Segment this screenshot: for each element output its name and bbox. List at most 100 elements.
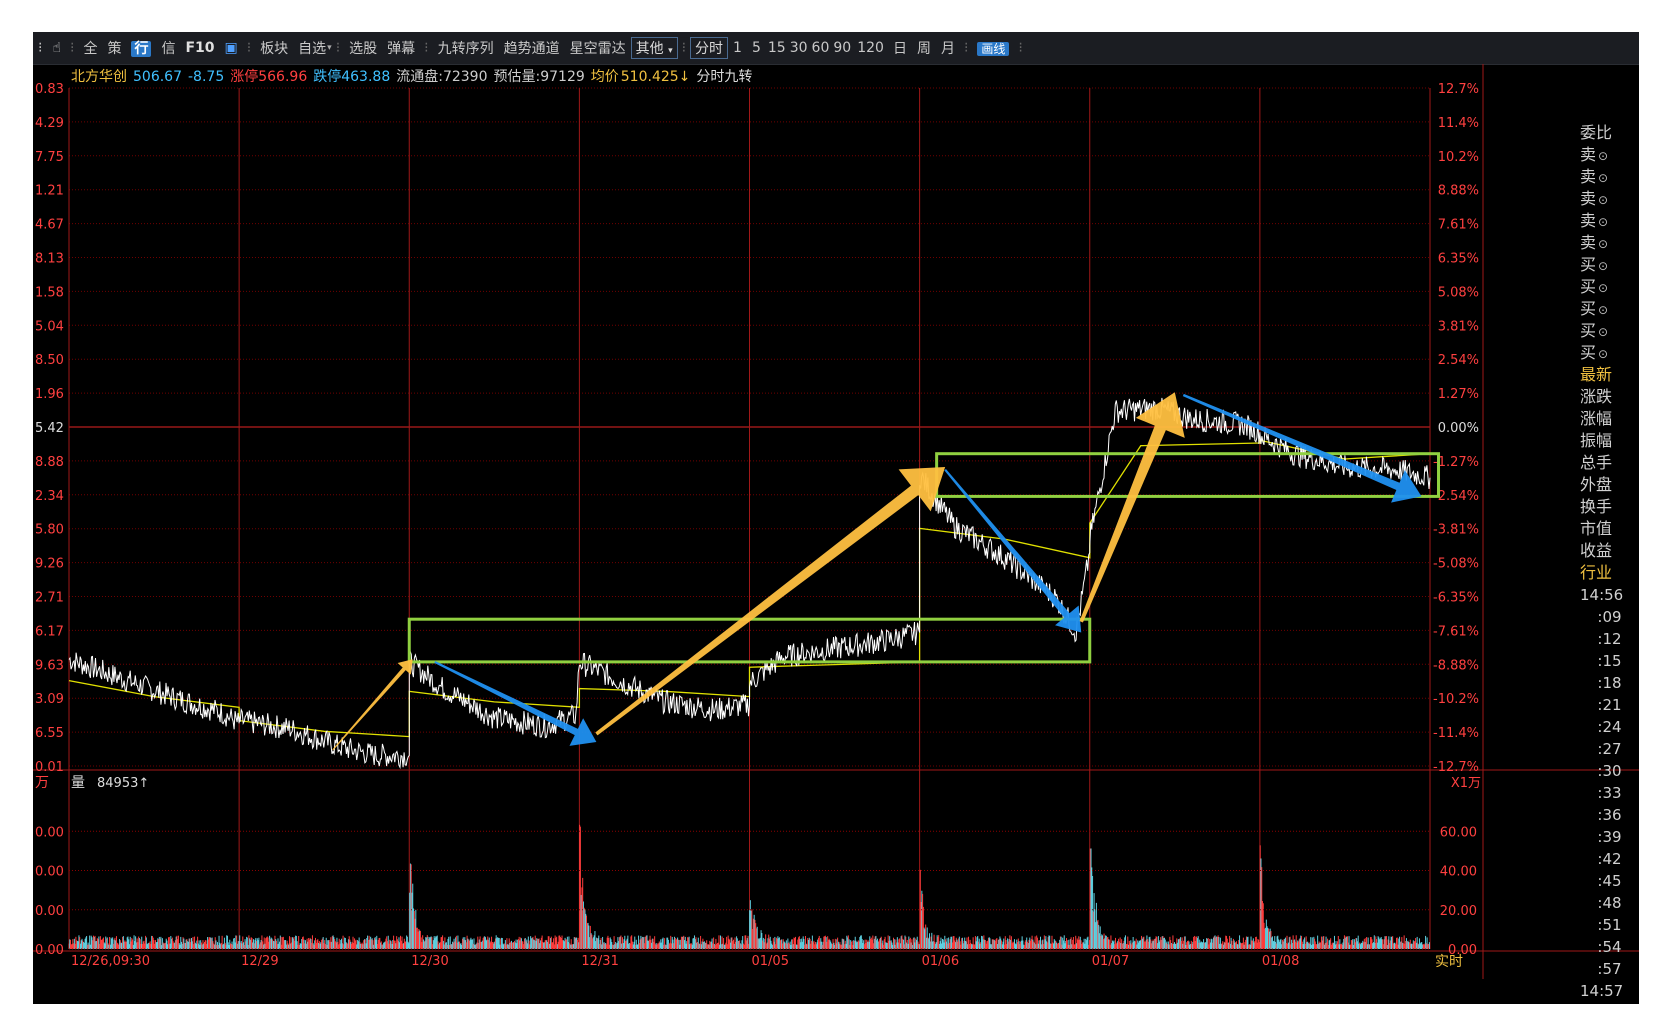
y-left-tick: 7.75 [35, 150, 64, 165]
toolbar-danmu[interactable]: 弹幕 [382, 38, 420, 58]
toolbar-quote[interactable]: 行 [131, 41, 152, 57]
tick-time: :39 [1597, 828, 1622, 846]
tick-time: :45 [1597, 872, 1622, 890]
tick-time: :30 [1597, 762, 1622, 780]
stock-name[interactable]: 北方华创 [71, 69, 127, 85]
stat-label: 行业 [1580, 563, 1613, 582]
toolbar-f10[interactable]: F10 [180, 40, 219, 56]
stat-label: 涨跌 [1580, 387, 1613, 406]
menu-handle-icon[interactable]: ⁝ [33, 40, 47, 56]
volume-tick-left: 0.00 [35, 865, 64, 880]
toolbar-other-select[interactable]: 其他 ▾ [630, 37, 678, 59]
tick-time: :33 [1597, 784, 1622, 802]
toolbar-nine-turn[interactable]: 九转序列 [433, 38, 499, 58]
x-axis-label: 12/31 [581, 954, 618, 969]
x-axis-label: 01/05 [752, 954, 789, 969]
float-label: 流通盘 [396, 69, 439, 85]
y-left-tick: 9.63 [35, 658, 64, 673]
buy-level-label: 买 ⊙ [1580, 277, 1609, 296]
tick-time: :24 [1597, 718, 1622, 736]
avg-value: 510.425↓ [620, 69, 691, 85]
stat-label: 外盘 [1580, 475, 1613, 494]
limit-down-label: 跌停 [313, 69, 342, 85]
order-level-icon: ⊙ [1598, 237, 1609, 251]
x-axis-label: 12/26,09:30 [71, 954, 150, 969]
y-right-tick: -7.61% [1433, 624, 1479, 639]
period-month[interactable]: 月 [936, 38, 960, 58]
realtime-label: 实时 [1435, 954, 1463, 970]
y-left-tick: 9.26 [35, 557, 64, 572]
toolbar-trend-channel[interactable]: 趋势通道 [499, 38, 565, 58]
period-60[interactable]: 60 [810, 40, 832, 56]
period-15[interactable]: 15 [766, 40, 788, 56]
indicator-name[interactable]: 分时九转 [696, 69, 752, 85]
period-1[interactable]: 1 [728, 40, 747, 56]
x-axis-label: 12/30 [411, 954, 448, 969]
period-week[interactable]: 周 [912, 38, 936, 58]
tick-time: :42 [1597, 850, 1622, 868]
y-right-tick: -6.35% [1433, 591, 1479, 606]
stat-label: 最新 [1580, 365, 1613, 384]
y-right-tick: -12.7% [1433, 760, 1479, 775]
volume-tick-left: 0.00 [35, 904, 64, 919]
windows-icon[interactable]: ▣ [219, 40, 242, 56]
sell-level-label: 卖 ⊙ [1580, 145, 1609, 164]
y-left-tick: 5.42 [35, 421, 64, 436]
float-value: 72390 [442, 69, 488, 85]
y-right-tick: -3.81% [1433, 523, 1479, 538]
period-30[interactable]: 30 [788, 40, 810, 56]
x-axis-labels: 12/26,09:30 12/29 12/30 12/31 01/05 01/06 01/0… [71, 954, 1463, 970]
buy-level-label: 买 ⊙ [1580, 321, 1609, 340]
order-level-icon: ⊙ [1598, 171, 1609, 185]
toolbar-watchlist[interactable]: 自选 [293, 38, 331, 58]
period-5[interactable]: 5 [747, 40, 766, 56]
toolbar-star-radar[interactable]: 星空雷达 [565, 38, 631, 58]
limit-down-value: 463.88 [341, 69, 391, 85]
right-panel: 委比卖 ⊙ 卖 ⊙ 卖 ⊙ 卖 ⊙ 卖 ⊙ 买 ⊙ 买 ⊙ 买 ⊙ 买 ⊙ 买 ⊙ 最新 涨跌 涨幅 振幅 总手 外盘 换手 市值 收益… [1580, 122, 1639, 1004]
chart-grid [33, 64, 1639, 979]
avg-label: 均价 [590, 69, 619, 85]
tick-time: :21 [1597, 696, 1622, 714]
y-right-tick: -11.4% [1433, 726, 1479, 741]
y-left-tick: 8.13 [35, 252, 64, 267]
down-arrow [1182, 393, 1422, 503]
y-right-tick: 8.88% [1438, 184, 1479, 199]
y-axis-right: 12.7% 11.4% 10.2% 8.88% 7.61% 6.35% 5.08% 3.81%… [1433, 82, 1479, 775]
y-right-tick: 2.54% [1438, 353, 1479, 368]
toolbar-all[interactable]: 全 [78, 38, 102, 58]
period-120[interactable]: 120 [853, 40, 888, 56]
hand-icon[interactable]: ☝ [47, 40, 66, 56]
buy-level-label: 买 ⊙ [1580, 299, 1609, 318]
order-level-icon: ⊙ [1598, 325, 1609, 339]
toolbar-stock-picker[interactable]: 选股 [344, 38, 382, 58]
period-90[interactable]: 90 [831, 40, 853, 56]
y-right-tick: 1.27% [1438, 387, 1479, 402]
volume-tick-right: 20.00 [1440, 904, 1477, 919]
buy-level-label: 买 ⊙ [1580, 255, 1609, 274]
y-left-tick: 1.58 [35, 285, 64, 300]
period-intraday[interactable]: 分时 [690, 37, 729, 59]
period-day[interactable]: 日 [888, 38, 912, 58]
toolbar-info[interactable]: 信 [156, 38, 180, 58]
x-axis-label: 01/06 [922, 954, 959, 969]
tick-time: :48 [1597, 894, 1622, 912]
y-left-tick: 6.55 [35, 726, 64, 741]
order-level-icon: ⊙ [1598, 149, 1609, 163]
y-right-tick: 0.00% [1438, 421, 1479, 436]
tick-time: :36 [1597, 806, 1622, 824]
y-left-tick: 2.34 [35, 489, 64, 504]
x-axis-label: 12/29 [241, 954, 278, 969]
chevron-down-icon: ▾ [668, 46, 673, 56]
volume-tick-right: 40.00 [1440, 865, 1477, 880]
volume-unit-left: 万 [35, 775, 49, 791]
tick-time: :12 [1597, 630, 1622, 648]
draw-line-button[interactable]: 画线 [977, 41, 1010, 56]
toolbar-sector[interactable]: 板块 [255, 38, 293, 58]
y-right-tick: -10.2% [1433, 692, 1479, 707]
intraday-chart[interactable]: 0.83 4.29 7.75 1.21 4.67 8.13 1.58 5.04 8.50 1.96… [33, 64, 1639, 1004]
tick-time: :09 [1597, 608, 1622, 626]
tick-time: :57 [1597, 960, 1622, 978]
y-left-tick: 4.29 [35, 116, 64, 131]
stat-label: 市值 [1580, 519, 1613, 538]
toolbar-strategy[interactable]: 策 [102, 38, 126, 58]
